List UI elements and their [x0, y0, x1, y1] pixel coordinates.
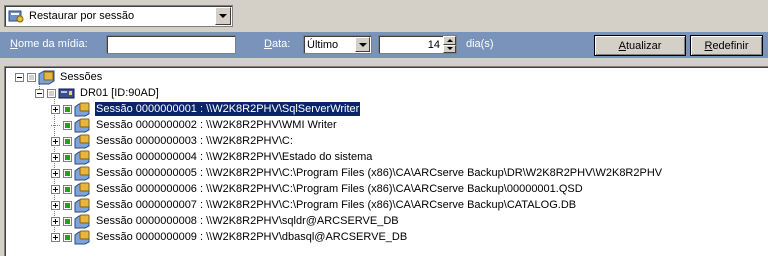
tree-connector [51, 124, 60, 126]
session-tree[interactable]: Sessões DR01 [ID:90AD] Sessão 0000000001… [4, 66, 768, 256]
collapse-toggle[interactable] [15, 72, 24, 82]
session-label: Sessão 0000000005 : \\W2K8R2PHV\C:\Progr… [96, 167, 663, 179]
session-checkbox[interactable] [63, 120, 72, 130]
chevron-down-icon [219, 14, 227, 18]
session-icon [74, 197, 92, 213]
expand-toggle[interactable] [51, 104, 60, 114]
tree-node-session[interactable]: Sessão 0000000001 : \\W2K8R2PHV\SqlServe… [51, 101, 362, 117]
tree-node-sessions[interactable]: Sessões [15, 69, 103, 85]
stepper-down-button[interactable] [443, 44, 456, 53]
expand-toggle[interactable] [51, 168, 60, 178]
tree-node-session[interactable]: Sessão 0000000003 : \\W2K8R2PHV\C: [51, 133, 294, 149]
session-label: Sessão 0000000001 : \\W2K8R2PHV\SqlServe… [93, 101, 362, 117]
expand-toggle[interactable] [51, 136, 60, 146]
tree-node-session[interactable]: Sessão 0000000004 : \\W2K8R2PHV\Estado d… [51, 149, 373, 165]
session-checkbox[interactable] [63, 136, 72, 146]
tree-node-session[interactable]: Sessão 0000000009 : \\W2K8R2PHV\dbasql@A… [51, 229, 408, 245]
session-icon [74, 133, 92, 149]
days-stepper[interactable]: 14 [378, 35, 457, 54]
expand-toggle[interactable] [51, 184, 60, 194]
expand-toggle[interactable] [51, 232, 60, 242]
tree-node-session[interactable]: Sessão 0000000008 : \\W2K8R2PHV\sqldr@AR… [51, 213, 400, 229]
session-icon [74, 117, 92, 133]
restore-mode-value: Restaurar por sessão [29, 10, 135, 22]
sessions-folder-icon [38, 69, 56, 85]
session-label: Sessão 0000000009 : \\W2K8R2PHV\dbasql@A… [96, 231, 408, 243]
tape-drive-icon [58, 85, 76, 101]
session-checkbox[interactable] [63, 168, 72, 178]
tree-checkbox[interactable] [47, 88, 56, 98]
session-checkbox[interactable] [63, 184, 72, 194]
tree-node-session[interactable]: Sessão 0000000006 : \\W2K8R2PHV\C:\Progr… [51, 181, 584, 197]
session-icon [74, 101, 92, 117]
session-icon [74, 165, 92, 181]
days-unit-label: dia(s) [466, 38, 494, 50]
tree-node-server[interactable]: DR01 [ID:90AD] [35, 85, 160, 101]
reset-button[interactable]: Redefinir [690, 35, 763, 56]
session-checkbox[interactable] [63, 232, 72, 242]
date-label: Data: [264, 38, 291, 50]
tree-node-session[interactable]: Sessão 0000000002 : \\W2K8R2PHV\WMI Writ… [51, 117, 338, 133]
date-dropdown-value: Último [307, 38, 339, 51]
expand-toggle[interactable] [51, 152, 60, 162]
session-label: Sessão 0000000008 : \\W2K8R2PHV\sqldr@AR… [96, 215, 399, 227]
session-icon [74, 181, 92, 197]
media-name-label: Nome da mídia: [10, 38, 88, 50]
session-icon [74, 213, 92, 229]
collapse-toggle[interactable] [35, 88, 44, 98]
session-label: Sessão 0000000007 : \\W2K8R2PHV\C:\Progr… [96, 199, 577, 211]
filter-bar: Nome da mídia: Data: Último 14 dia(s) At… [0, 32, 768, 58]
session-label: Sessão 0000000002 : \\W2K8R2PHV\WMI Writ… [96, 119, 337, 131]
arrow-up-icon [446, 38, 453, 42]
date-dropdown[interactable]: Último [303, 35, 372, 54]
date-dropdown-arrow[interactable] [355, 37, 370, 52]
restore-session-icon [8, 8, 26, 24]
session-label: Sessão 0000000004 : \\W2K8R2PHV\Estado d… [96, 151, 373, 163]
dropdown-arrow-button[interactable] [215, 7, 231, 25]
stepper-up-button[interactable] [443, 36, 456, 45]
arrow-down-icon [446, 47, 453, 51]
media-name-input[interactable] [106, 35, 236, 54]
expand-toggle[interactable] [51, 200, 60, 210]
expand-toggle[interactable] [51, 216, 60, 226]
session-checkbox[interactable] [63, 200, 72, 210]
tree-node-label: DR01 [ID:90AD] [80, 87, 159, 99]
session-label: Sessão 0000000003 : \\W2K8R2PHV\C: [96, 135, 293, 147]
tree-node-label: Sessões [60, 71, 103, 83]
tree-checkbox[interactable] [27, 72, 36, 82]
days-value: 14 [427, 38, 440, 51]
tree-node-session[interactable]: Sessão 0000000007 : \\W2K8R2PHV\C:\Progr… [51, 197, 577, 213]
session-checkbox[interactable] [63, 104, 72, 114]
session-label: Sessão 0000000006 : \\W2K8R2PHV\C:\Progr… [96, 183, 583, 195]
session-icon [74, 149, 92, 165]
chevron-down-icon [358, 42, 367, 47]
session-checkbox[interactable] [63, 152, 72, 162]
restore-mode-dropdown[interactable]: Restaurar por sessão [4, 5, 233, 27]
tree-node-session[interactable]: Sessão 0000000005 : \\W2K8R2PHV\C:\Progr… [51, 165, 663, 181]
session-icon [74, 229, 92, 245]
session-checkbox[interactable] [63, 216, 72, 226]
update-button[interactable]: Atualizar [594, 35, 686, 56]
